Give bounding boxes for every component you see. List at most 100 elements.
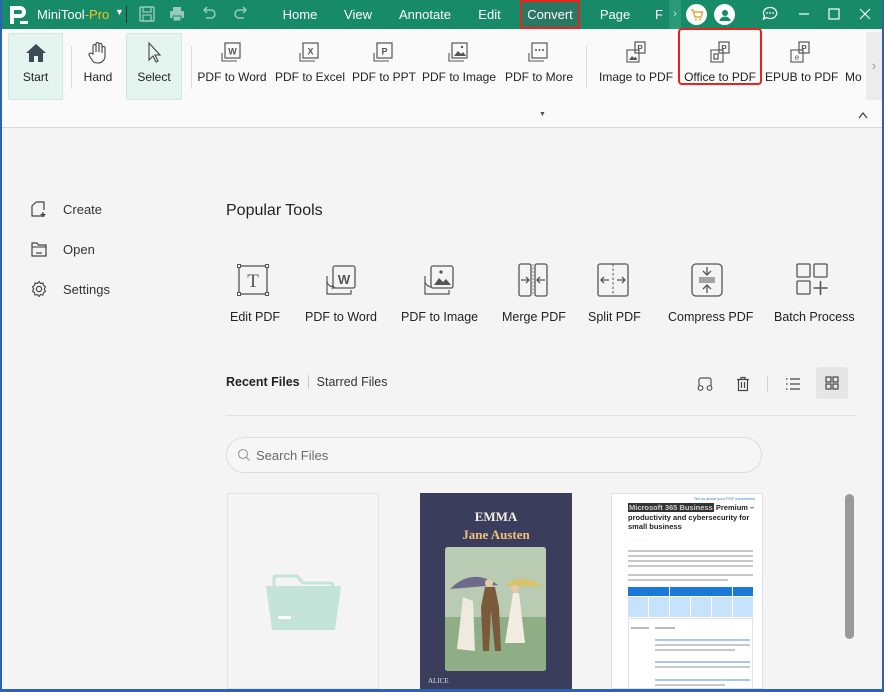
collapse-ribbon-icon[interactable] [857, 110, 869, 120]
pdf-to-image-label: PDF to Image [422, 70, 497, 84]
svg-text:P: P [381, 47, 387, 57]
edit-pdf-icon: T [237, 264, 269, 296]
tab-scroll-right-icon[interactable]: › [669, 0, 681, 29]
tool-compress-pdf[interactable]: Compress PDF [668, 262, 754, 324]
start-label: Start [22, 70, 49, 84]
svg-text:P: P [637, 44, 643, 53]
office-to-pdf-icon: P [710, 41, 730, 63]
feedback-icon[interactable] [761, 5, 779, 23]
account-button[interactable] [714, 4, 735, 25]
tool-merge-pdf[interactable]: Merge PDF [502, 262, 566, 324]
svg-text:P: P [721, 44, 727, 53]
save-icon[interactable] [138, 5, 156, 23]
divider [767, 376, 768, 392]
office-to-pdf-button[interactable]: P Office to PDF [678, 28, 762, 85]
sidebar-item-open[interactable]: Open [30, 238, 95, 260]
start-button[interactable]: Start [8, 33, 63, 100]
maximize-icon[interactable] [825, 5, 843, 23]
tab-home[interactable]: Home [274, 0, 326, 29]
tab-starred-files[interactable]: Starred Files [317, 375, 388, 389]
pdf-to-image-icon [424, 265, 454, 295]
tool-edit-pdf[interactable]: T Edit PDF [230, 262, 280, 324]
book-cover-illustration [445, 547, 546, 671]
compress-pdf-icon [691, 263, 723, 297]
cursor-icon [148, 41, 162, 63]
pdf-to-image-icon [448, 42, 468, 62]
pdf-to-excel-label: PDF to Excel [274, 70, 346, 84]
tab-convert[interactable]: Convert [520, 0, 580, 29]
tool-pdf-to-word[interactable]: W PDF to Word [304, 262, 378, 324]
image-to-pdf-icon: P [626, 41, 646, 63]
tab-view[interactable]: View [334, 0, 382, 29]
tab-recent-files[interactable]: Recent Files [226, 375, 300, 389]
list-view-button[interactable] [780, 371, 806, 397]
tool-label: Split PDF [588, 310, 641, 324]
pdf-to-more-label: PDF to More [504, 70, 573, 84]
pdf-to-word-icon: W [326, 265, 356, 295]
tab-partial[interactable]: F [654, 0, 664, 29]
pdf-to-ppt-icon: P [373, 42, 393, 62]
tool-split-pdf[interactable]: Split PDF [588, 262, 641, 324]
image-to-pdf-button[interactable]: P Image to PDF [598, 33, 674, 100]
select-label: Select [137, 70, 171, 84]
pdf-to-word-button[interactable]: W PDF to Word [195, 33, 269, 100]
tab-edit[interactable]: Edit [467, 0, 512, 29]
doc-meta: ········ · ········ [628, 538, 647, 542]
tool-pdf-to-image[interactable]: PDF to Image [401, 262, 478, 324]
trash-button[interactable] [730, 371, 756, 397]
ribbon-toolbar: Start Hand Select W PDF to Word X PDF to… [2, 28, 882, 128]
search-files-box[interactable] [226, 437, 762, 473]
dropdown-caret-icon[interactable]: ▼ [539, 111, 546, 118]
doc-table [628, 587, 753, 617]
doc-text-line [628, 574, 753, 576]
ribbon-scroll-right-icon[interactable]: › [866, 32, 882, 100]
tool-label: Compress PDF [668, 310, 754, 324]
divider [586, 46, 587, 89]
app-menu-caret-icon[interactable]: ▼ [115, 7, 124, 17]
tab-page[interactable]: Page [592, 0, 638, 29]
more-button[interactable]: Mo [840, 33, 866, 100]
sidebar-label: Settings [63, 281, 110, 297]
redo-icon[interactable] [232, 5, 250, 23]
file-card-document[interactable]: Tell us about your PDF experience. Micro… [611, 493, 763, 689]
select-button[interactable]: Select [126, 33, 182, 100]
search-files-input[interactable] [256, 447, 736, 463]
pdf-to-word-icon: W [221, 42, 241, 62]
cart-button[interactable] [686, 4, 707, 25]
tool-label: PDF to Word [304, 310, 377, 324]
folder-icon [266, 574, 341, 630]
pdf-to-more-button[interactable]: PDF to More [502, 33, 576, 100]
sidebar-label: Open [63, 241, 95, 257]
undo-icon[interactable] [200, 5, 218, 23]
doc-grid [628, 618, 753, 689]
hand-button[interactable]: Hand [76, 33, 120, 100]
epub-to-pdf-button[interactable]: Pe EPUB to PDF [764, 33, 838, 100]
doc-heading: Microsoft 365 Business Premium – product… [628, 503, 755, 531]
pdf-to-image-button[interactable]: PDF to Image [421, 33, 497, 100]
divider [191, 46, 192, 89]
sidebar-item-create[interactable]: Create [30, 198, 102, 220]
pdf-to-word-label: PDF to Word [197, 70, 267, 84]
app-window: MiniTool-Pro ▼ Home View Annotate Edit C… [2, 0, 882, 689]
sidebar-item-settings[interactable]: Settings [30, 278, 110, 300]
minimize-icon[interactable] [795, 5, 813, 23]
open-file-card[interactable] [227, 493, 379, 689]
pdf-to-ppt-button[interactable]: P PDF to PPT [351, 33, 417, 100]
close-icon[interactable] [856, 5, 874, 23]
doc-text-line [628, 560, 753, 562]
glasses-button[interactable] [692, 371, 718, 397]
files-scrollbar[interactable] [845, 494, 854, 639]
image-to-pdf-label: Image to PDF [599, 70, 674, 84]
tab-annotate[interactable]: Annotate [392, 0, 458, 29]
tool-label: Merge PDF [502, 310, 566, 324]
hand-label: Hand [83, 70, 113, 84]
tool-batch-process[interactable]: Batch Process [774, 262, 855, 324]
print-icon[interactable] [168, 5, 186, 23]
merge-pdf-icon [518, 263, 548, 297]
svg-text:T: T [247, 271, 259, 292]
grid-view-button[interactable] [816, 367, 848, 399]
file-card-emma[interactable]: EMMA Jane Austen ALICE [420, 493, 572, 689]
create-icon [31, 201, 46, 217]
book-publisher: ALICE [428, 677, 449, 685]
pdf-to-excel-button[interactable]: X PDF to Excel [273, 33, 347, 100]
